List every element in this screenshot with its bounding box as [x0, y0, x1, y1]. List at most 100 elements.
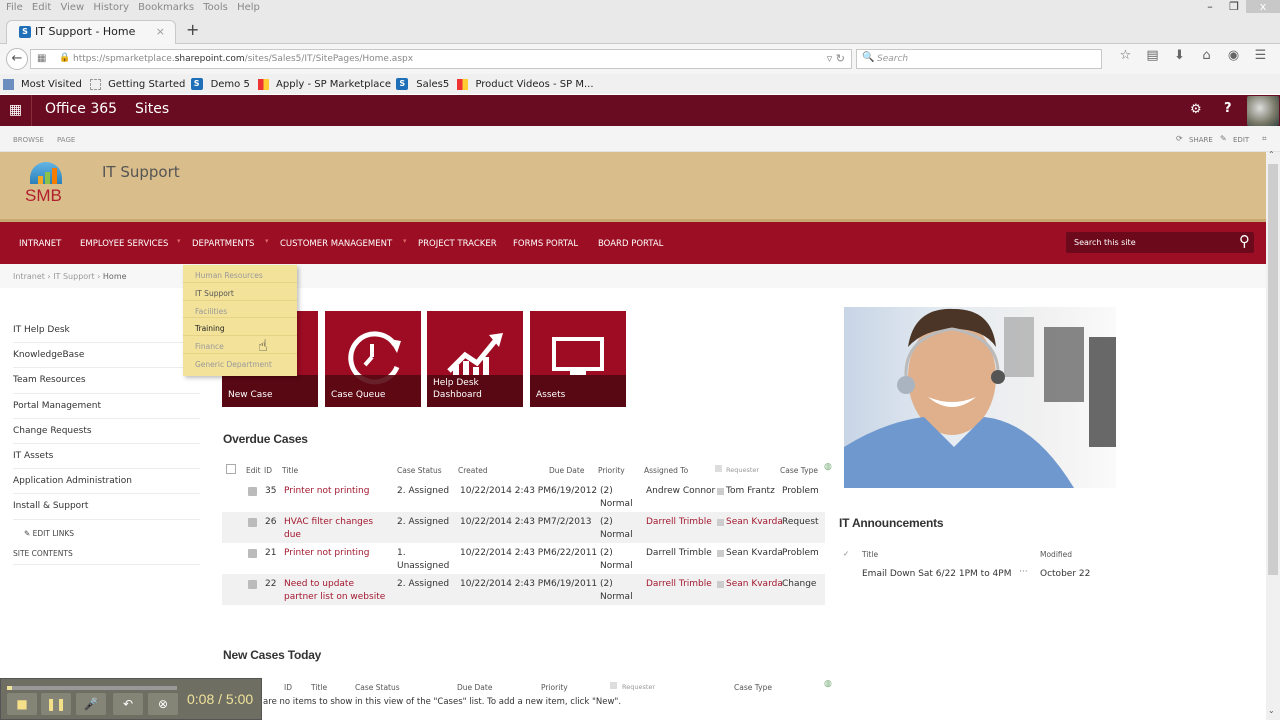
- announcement-title[interactable]: Email Down Sat 6/22 1PM to 4PM: [862, 569, 1011, 579]
- case-requester[interactable]: Sean Kvarda: [726, 578, 783, 591]
- column-header-id[interactable]: ID: [284, 683, 292, 692]
- url-bar[interactable]: ▦ 🔒 https://spmarketplace.sharepoint.com…: [30, 49, 852, 69]
- avatar[interactable]: [1247, 96, 1279, 126]
- column-header-case-status[interactable]: Case Status: [397, 466, 442, 475]
- share-button[interactable]: SHARE: [1189, 136, 1213, 144]
- search-icon[interactable]: ⚲: [1239, 232, 1250, 250]
- site-contents-link[interactable]: SITE CONTENTS: [13, 549, 200, 565]
- column-header-requester[interactable]: Requester: [622, 683, 655, 691]
- tab-close-icon[interactable]: ×: [156, 25, 165, 38]
- reading-list-icon[interactable]: ▤: [1139, 48, 1166, 63]
- menu-file[interactable]: File: [6, 2, 23, 13]
- tile-case-queue[interactable]: Case Queue: [325, 311, 421, 407]
- scrollbar-thumb[interactable]: [1268, 164, 1278, 575]
- leftnav-it-assets[interactable]: IT Assets: [13, 444, 200, 470]
- case-title[interactable]: Need to update: [284, 578, 354, 591]
- tab-browse[interactable]: BROWSE: [13, 136, 44, 144]
- column-header-due-date[interactable]: Due Date: [549, 466, 584, 475]
- nav-employee-services[interactable]: EMPLOYEE SERVICES: [80, 239, 168, 249]
- table-row[interactable]: 21 Printer not printing 1. 10/22/2014 2:43 …: [222, 543, 825, 574]
- column-header-due-date[interactable]: Due Date: [457, 683, 492, 692]
- bookmark-most-visited[interactable]: Most Visited: [21, 79, 82, 90]
- case-title[interactable]: HVAC filter changes: [284, 516, 373, 529]
- leftnav-it-help-desk[interactable]: IT Help Desk: [13, 318, 200, 344]
- edit-links-button[interactable]: ✎ EDIT LINKS: [24, 529, 74, 538]
- menu-icon[interactable]: ☰: [1247, 48, 1274, 63]
- bookmark-getting-started[interactable]: Getting Started: [108, 79, 185, 90]
- dropdown-item-generic-department[interactable]: Generic Department: [183, 354, 297, 372]
- column-header-case-status[interactable]: Case Status: [355, 683, 400, 692]
- case-title-line2[interactable]: partner list on website: [284, 591, 385, 604]
- case-title[interactable]: Printer not printing: [284, 485, 369, 498]
- table-row[interactable]: 22 Need to update 2. Assigned 10/22/2014 2:…: [222, 574, 825, 605]
- leftnav-portal-management[interactable]: Portal Management: [13, 394, 200, 419]
- bookmark-product-videos[interactable]: Product Videos - SP M...: [475, 79, 593, 90]
- column-header-title[interactable]: Title: [311, 683, 327, 692]
- menu-view[interactable]: View: [60, 2, 84, 13]
- edit-icon[interactable]: [248, 549, 257, 558]
- bookmark-demo5[interactable]: Demo 5: [211, 79, 250, 90]
- nav-project-tracker[interactable]: PROJECT TRACKER: [418, 239, 497, 249]
- case-title-line2[interactable]: due: [284, 529, 301, 542]
- dropdown-item-it-support[interactable]: IT Support: [183, 283, 297, 301]
- nav-forms-portal[interactable]: FORMS PORTAL: [513, 239, 578, 249]
- case-title[interactable]: Printer not printing: [284, 547, 369, 560]
- leftnav-install-support[interactable]: Install & Support: [13, 494, 200, 520]
- case-requester[interactable]: Sean Kvarda: [726, 516, 783, 529]
- undo-button[interactable]: ↶: [113, 693, 143, 715]
- refresh-icon[interactable]: ◍: [824, 462, 832, 472]
- checkmark-icon[interactable]: ✓: [843, 549, 849, 558]
- menu-edit[interactable]: Edit: [32, 2, 51, 13]
- menu-help[interactable]: Help: [237, 2, 260, 13]
- column-header-case-type[interactable]: Case Type: [734, 683, 772, 692]
- help-icon[interactable]: ?: [1224, 101, 1232, 116]
- menu-tools[interactable]: Tools: [203, 2, 228, 13]
- minimize-button[interactable]: –: [1198, 0, 1222, 13]
- column-header-created[interactable]: Created: [458, 466, 488, 475]
- nav-board-portal[interactable]: BOARD PORTAL: [598, 239, 663, 249]
- site-logo[interactable]: SMB: [22, 162, 70, 212]
- leftnav-change-requests[interactable]: Change Requests: [13, 419, 200, 444]
- sites-link[interactable]: Sites: [135, 101, 169, 117]
- menu-history[interactable]: History: [93, 2, 129, 13]
- breadcrumb-intranet[interactable]: Intranet: [13, 272, 45, 281]
- leftnav-application-administration[interactable]: Application Administration: [13, 469, 200, 495]
- column-header-priority[interactable]: Priority: [541, 683, 568, 692]
- browser-search-input[interactable]: 🔍 Search: [856, 49, 1102, 69]
- office365-brand[interactable]: Office 365: [45, 101, 117, 117]
- leftnav-team-resources[interactable]: Team Resources: [13, 368, 200, 394]
- announcements-column-title[interactable]: Title: [862, 550, 878, 559]
- select-all-checkbox[interactable]: [226, 464, 236, 474]
- edit-icon[interactable]: [248, 487, 257, 496]
- nav-intranet[interactable]: INTRANET: [19, 239, 61, 249]
- site-identity-icon[interactable]: ▦: [37, 53, 46, 64]
- browser-tab[interactable]: S IT Support - Home ×: [6, 20, 176, 44]
- nav-customer-management[interactable]: CUSTOMER MANAGEMENT: [280, 239, 392, 249]
- refresh-icon[interactable]: ◍: [824, 679, 832, 689]
- back-button[interactable]: ←: [6, 48, 28, 70]
- close-window-button[interactable]: x: [1246, 0, 1280, 13]
- breadcrumb-it-support[interactable]: IT Support: [53, 272, 94, 281]
- dropdown-item-facilities[interactable]: Facilities: [183, 301, 297, 319]
- tab-page[interactable]: PAGE: [57, 136, 75, 144]
- tile-help-desk-dashboard[interactable]: Help Desk Dashboard: [427, 311, 523, 407]
- table-row[interactable]: 26 HVAC filter changes 2. Assigned 10/22/20…: [222, 512, 825, 543]
- focus-icon[interactable]: ⌗: [1262, 134, 1267, 144]
- tile-assets[interactable]: Assets: [530, 311, 626, 407]
- case-assigned-to[interactable]: Darrell Trimble: [646, 578, 712, 591]
- download-icon[interactable]: ⬇: [1166, 48, 1193, 63]
- home-icon[interactable]: ⌂: [1193, 48, 1220, 63]
- microphone-icon[interactable]: 🎤: [76, 693, 106, 715]
- column-header-priority[interactable]: Priority: [598, 466, 625, 475]
- bookmark-sales5[interactable]: Sales5: [416, 79, 449, 90]
- cancel-recording-button[interactable]: ⊗: [148, 693, 178, 715]
- gear-icon[interactable]: ⚙: [1190, 102, 1202, 117]
- leftnav-knowledgebase[interactable]: KnowledgeBase: [13, 343, 200, 369]
- scroll-down-icon[interactable]: ⌄: [1268, 706, 1275, 715]
- dropdown-item-finance[interactable]: Finance: [183, 336, 297, 354]
- ellipsis-menu-icon[interactable]: ···: [1019, 567, 1028, 577]
- column-header-requester[interactable]: Requester: [726, 466, 759, 474]
- sync-icon[interactable]: ◉: [1220, 48, 1247, 63]
- reload-icon[interactable]: ▿ ↻: [827, 52, 845, 65]
- new-tab-button[interactable]: +: [186, 20, 199, 39]
